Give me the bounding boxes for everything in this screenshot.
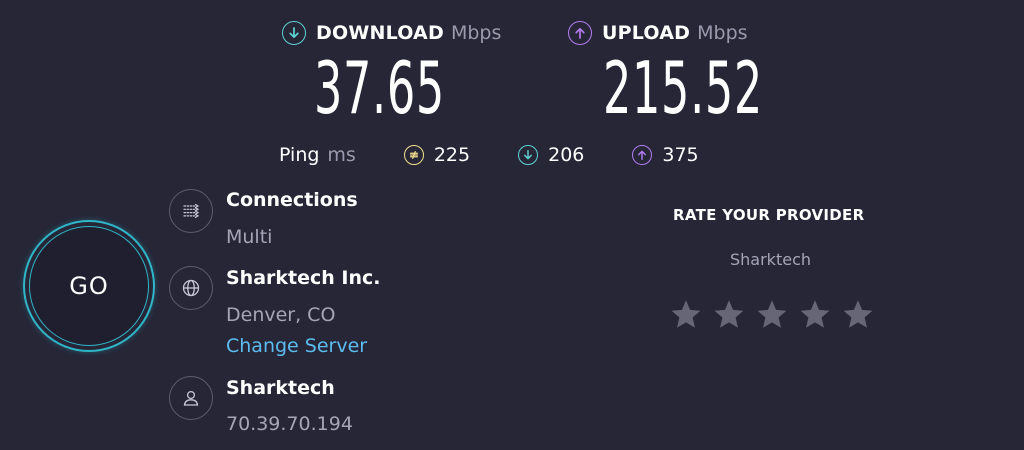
ping-upload: 375: [632, 144, 699, 166]
arrow-down-circle-icon: [282, 21, 306, 45]
arrow-down-circle-icon: [518, 145, 539, 165]
globe-icon: [169, 266, 213, 310]
star-rating: [668, 297, 883, 333]
connections-title: Connections: [226, 189, 358, 211]
user-icon: [169, 376, 213, 420]
server-title: Sharktech Inc.: [226, 267, 381, 289]
download-speed-panel: DOWNLOAD Mbps 37.65: [282, 20, 501, 128]
star-1-icon[interactable]: [668, 297, 704, 333]
arrow-up-circle-icon: [568, 21, 592, 45]
connections-value: Multi: [226, 226, 273, 248]
ping-unit: ms: [327, 144, 356, 166]
star-4-icon[interactable]: [797, 297, 833, 333]
download-value: 37.65: [314, 46, 445, 130]
arrow-up-circle-icon: [632, 145, 653, 165]
rate-provider-name: Sharktech: [730, 250, 811, 269]
upload-header: UPLOAD Mbps: [568, 20, 748, 46]
upload-unit: Mbps: [697, 22, 748, 44]
rate-provider-title: RATE YOUR PROVIDER: [673, 206, 865, 224]
upload-value: 215.52: [603, 46, 763, 130]
ping-row: Ping ms 225 206 375: [279, 142, 699, 168]
connections-icon: [169, 189, 213, 233]
star-2-icon[interactable]: [711, 297, 747, 333]
provider-ip: 70.39.70.194: [226, 413, 353, 435]
ping-jitter-value: 225: [433, 144, 471, 166]
upload-speed-panel: UPLOAD Mbps 215.52: [568, 20, 762, 128]
download-header: DOWNLOAD Mbps: [282, 20, 501, 46]
download-label: DOWNLOAD: [316, 22, 444, 44]
star-5-icon[interactable]: [840, 297, 876, 333]
provider-title: Sharktech: [226, 377, 335, 399]
ping-upload-value: 375: [662, 144, 699, 166]
change-server-link[interactable]: Change Server: [226, 335, 367, 357]
ping-jitter: 225: [403, 144, 471, 166]
ping-download: 206: [518, 144, 584, 166]
speedtest-results: DOWNLOAD Mbps 37.65 UPLOAD Mbps 215.52 P…: [0, 0, 1024, 450]
download-unit: Mbps: [450, 22, 502, 44]
ping-label: Ping: [279, 144, 320, 166]
ping-download-value: 206: [548, 144, 585, 166]
server-location: Denver, CO: [226, 304, 336, 326]
go-button[interactable]: GO: [29, 226, 149, 346]
star-3-icon[interactable]: [754, 297, 790, 333]
upload-label: UPLOAD: [602, 22, 691, 44]
jitter-icon: [403, 145, 424, 165]
